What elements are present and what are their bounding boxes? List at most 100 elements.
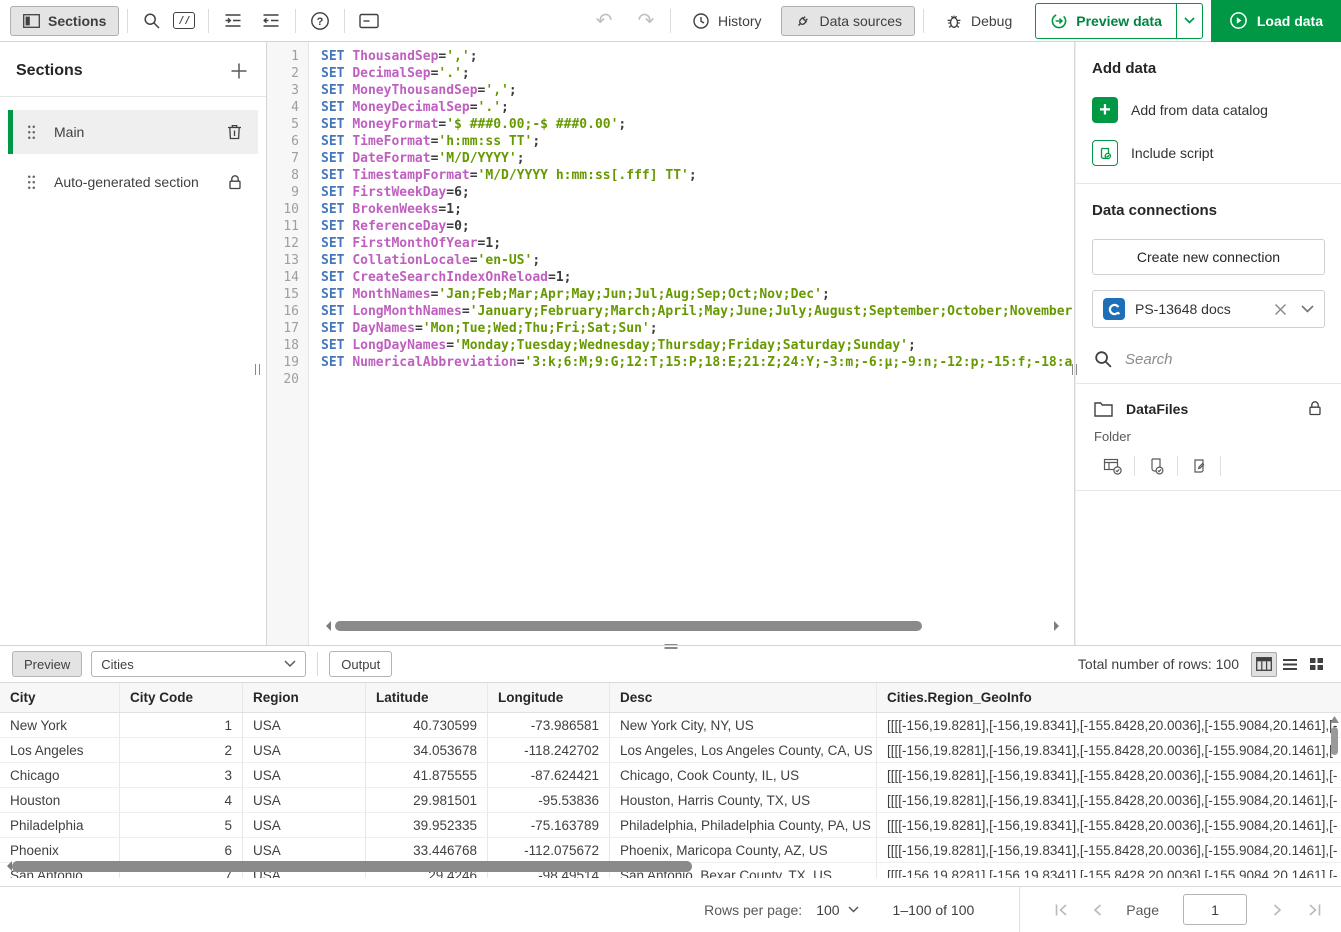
code-line[interactable]: SET BrokenWeeks=1; — [321, 201, 1074, 218]
outdent-button[interactable] — [255, 6, 287, 36]
code-line[interactable]: SET MoneyThousandSep=','; — [321, 82, 1074, 99]
chevron-down-icon — [284, 660, 296, 668]
scrollbar-thumb[interactable] — [1331, 727, 1338, 755]
indent-button[interactable] — [217, 6, 249, 36]
data-sources-button[interactable]: Data sources — [781, 6, 915, 36]
rows-per-page-select[interactable]: 100 — [816, 902, 858, 918]
connection-space-select[interactable]: PS-13648 docs — [1092, 290, 1325, 328]
insert-script-button[interactable] — [1144, 454, 1168, 478]
preview-tab-button[interactable]: Preview — [12, 651, 82, 677]
select-data-button[interactable] — [1101, 454, 1125, 478]
code-line[interactable]: SET TimestampFormat='M/D/YYYY h:mm:ss[.f… — [321, 167, 1074, 184]
sidebar-item-main[interactable]: Main — [8, 110, 258, 154]
load-data-button[interactable]: Load data — [1211, 0, 1341, 42]
comment-toggle-button[interactable]: // — [168, 6, 200, 36]
last-page-button[interactable] — [1301, 897, 1327, 923]
code-line[interactable]: SET DayNames='Mon;Tue;Wed;Thu;Fri;Sat;Su… — [321, 320, 1074, 337]
table-cell: [[[[-156,19.8281],[-156,19.8341],[-155.8… — [877, 763, 1341, 787]
panel-resize-handle[interactable] — [1072, 364, 1077, 375]
edit-connection-script-button[interactable] — [1187, 454, 1211, 478]
chevron-down-icon — [1301, 305, 1314, 313]
table-cell: [[[[-156,19.8281],[-156,19.8341],[-155.8… — [877, 813, 1341, 837]
page-number-input[interactable] — [1183, 894, 1247, 925]
previous-page-button[interactable] — [1084, 897, 1110, 923]
code-line[interactable]: SET DateFormat='M/D/YYYY'; — [321, 150, 1074, 167]
undo-button[interactable]: ↶ — [588, 6, 620, 36]
drag-handle-icon[interactable] — [27, 124, 36, 141]
add-from-catalog-button[interactable]: + Add from data catalog — [1092, 97, 1325, 123]
line-number: 9 — [267, 184, 299, 201]
table-cell: [[[[-156,19.8281],[-156,19.8341],[-155.8… — [877, 788, 1341, 812]
include-script-button[interactable]: Include script — [1092, 140, 1325, 166]
scroll-left-icon[interactable] — [2, 861, 12, 871]
code-line[interactable]: SET NumericalAbbreviation='3:k;6:M;9:G;1… — [321, 354, 1074, 371]
code-line[interactable]: SET MonthNames='Jan;Feb;Mar;Apr;May;Jun;… — [321, 286, 1074, 303]
editor-horizontal-scrollbar[interactable] — [321, 618, 1064, 633]
code-line[interactable]: SET FirstWeekDay=6; — [321, 184, 1074, 201]
spacer — [0, 878, 1341, 886]
code-line[interactable]: SET MoneyDecimalSep='.'; — [321, 99, 1074, 116]
code-line[interactable]: SET MoneyFormat='$ ###0.00;-$ ###0.00'; — [321, 116, 1074, 133]
code-line[interactable] — [321, 371, 1074, 388]
search-button[interactable] — [136, 6, 168, 36]
code-line[interactable]: SET LongMonthNames='January;February;Mar… — [321, 303, 1074, 320]
scroll-right-icon[interactable] — [1054, 621, 1064, 631]
sections-sidebar: Sections Main Auto-generated section — [0, 42, 267, 645]
table-cell: Chicago — [0, 763, 120, 787]
connection-type-label: Folder — [1094, 429, 1325, 444]
preview-splitter-handle[interactable] — [664, 642, 677, 651]
list-view-icon — [1282, 658, 1298, 671]
redo-button[interactable]: ↷ — [630, 6, 662, 36]
create-connection-button[interactable]: Create new connection — [1092, 239, 1325, 275]
outdent-icon — [262, 12, 280, 29]
dropdown-toggle[interactable] — [1301, 305, 1314, 313]
debug-button[interactable]: Debug — [932, 6, 1025, 36]
code-line[interactable]: SET CollationLocale='en-US'; — [321, 252, 1074, 269]
grid-view-button[interactable] — [1303, 652, 1329, 677]
scroll-left-icon[interactable] — [321, 621, 331, 631]
code-line[interactable]: SET LongDayNames='Monday;Tuesday;Wednesd… — [321, 337, 1074, 354]
code-line[interactable]: SET ReferenceDay=0; — [321, 218, 1074, 235]
search-input[interactable] — [1125, 351, 1295, 368]
drag-handle-icon[interactable] — [27, 174, 36, 191]
code-line[interactable]: SET DecimalSep='.'; — [321, 65, 1074, 82]
table-cell: Phoenix, Maricopa County, AZ, US — [610, 838, 877, 862]
table-view-button[interactable] — [1251, 652, 1277, 677]
sidebar-resize-handle[interactable] — [255, 364, 260, 375]
table-vertical-scrollbar[interactable] — [1330, 716, 1339, 755]
action-divider — [1220, 456, 1221, 476]
preview-data-menu-button[interactable] — [1177, 3, 1203, 39]
history-button[interactable]: History — [679, 6, 775, 36]
column-header: City — [0, 683, 120, 712]
list-view-button[interactable] — [1277, 652, 1303, 677]
code-line[interactable]: SET FirstMonthOfYear=1; — [321, 235, 1074, 252]
code-line[interactable]: SET ThousandSep=','; — [321, 48, 1074, 65]
help-button[interactable]: ? — [304, 6, 336, 36]
table-cell: 4 — [120, 788, 243, 812]
column-header: Desc — [610, 683, 877, 712]
clear-selection-button[interactable] — [1274, 303, 1287, 316]
table-horizontal-scrollbar[interactable] — [2, 860, 1341, 872]
annotation-button[interactable] — [353, 6, 385, 36]
code-line[interactable]: SET TimeFormat='h:mm:ss TT'; — [321, 133, 1074, 150]
connection-item-datafiles[interactable]: DataFiles — [1092, 384, 1325, 417]
scrollbar-thumb[interactable] — [335, 621, 922, 631]
pagination-bar: Rows per page: 100 1–100 of 100 Page — [0, 886, 1341, 932]
first-page-button[interactable] — [1048, 897, 1074, 923]
table-cell: [[[[-156,19.8281],[-156,19.8341],[-155.8… — [877, 838, 1341, 862]
preview-data-button[interactable]: Preview data — [1035, 3, 1177, 39]
scrollbar-thumb[interactable] — [12, 861, 692, 872]
table-cell: 34.053678 — [366, 738, 488, 762]
output-tab-button[interactable]: Output — [329, 651, 392, 677]
line-number: 7 — [267, 150, 299, 167]
sections-toggle-button[interactable]: Sections — [10, 6, 119, 36]
table-cell: Chicago, Cook County, IL, US — [610, 763, 877, 787]
editor-code[interactable]: SET ThousandSep=',';SET DecimalSep='.';S… — [309, 42, 1074, 645]
table-select[interactable]: Cities — [91, 651, 306, 677]
code-line[interactable]: SET CreateSearchIndexOnReload=1; — [321, 269, 1074, 286]
connection-space-name: PS-13648 docs — [1135, 301, 1264, 317]
add-section-button[interactable] — [230, 62, 248, 80]
next-page-button[interactable] — [1265, 897, 1291, 923]
delete-section-button[interactable] — [226, 123, 243, 141]
sidebar-item-auto-generated[interactable]: Auto-generated section — [8, 160, 258, 204]
